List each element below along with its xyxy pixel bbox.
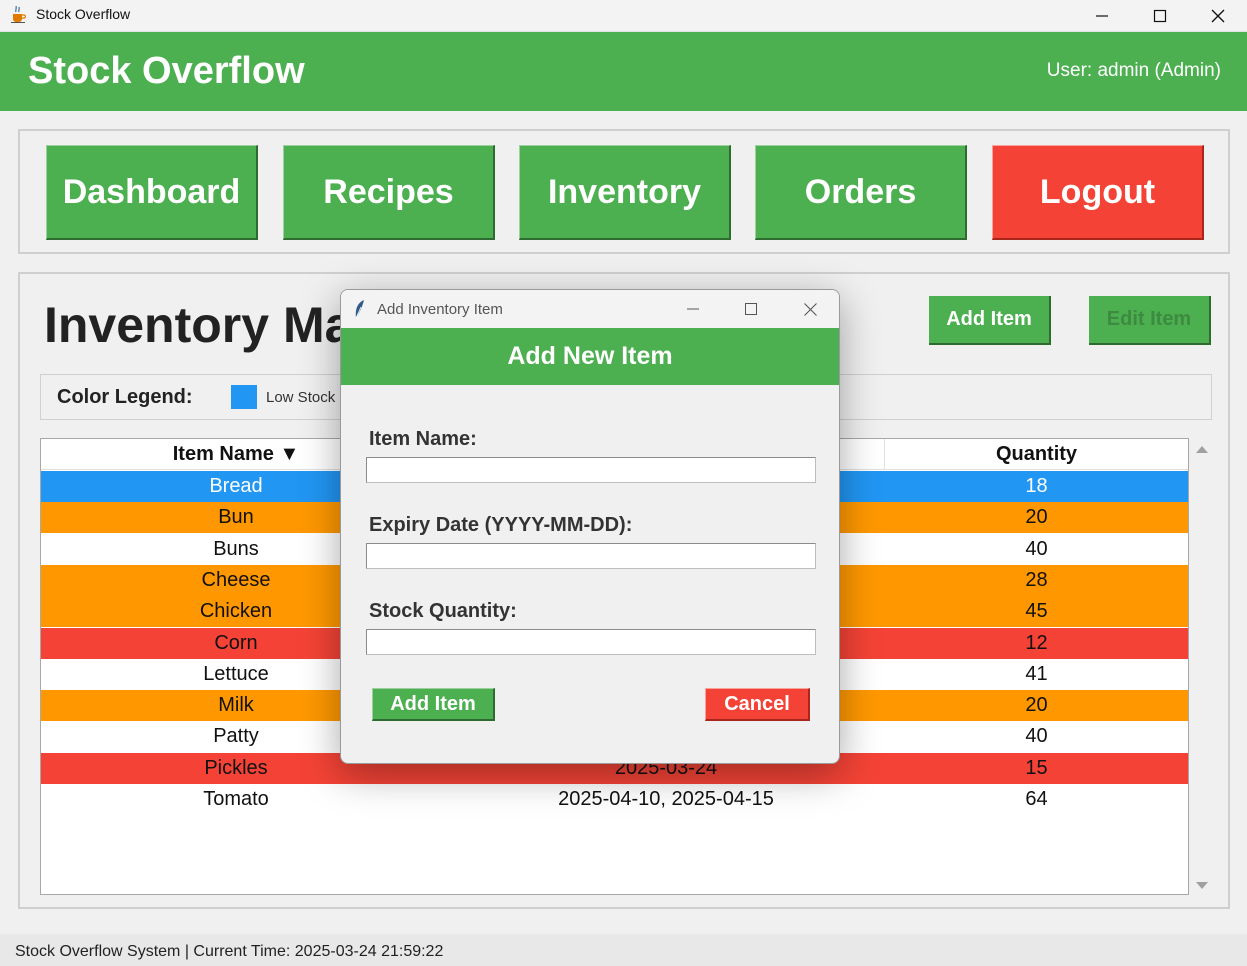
status-bar: Stock Overflow System | Current Time: 20… <box>0 934 1247 966</box>
dialog-maximize-button[interactable] <box>722 290 780 328</box>
page-title: Inventory Ma <box>44 297 353 353</box>
item-name-label: Item Name: <box>369 428 477 450</box>
dialog-close-button[interactable] <box>781 290 839 328</box>
legend-low-stock-text: Low Stock ( <box>266 389 345 406</box>
maximize-button[interactable] <box>1131 0 1189 32</box>
cell-quantity: 20 <box>1025 694 1048 717</box>
java-cup-icon <box>11 5 27 23</box>
window-title: Stock Overflow <box>36 6 131 22</box>
maximize-icon <box>1153 9 1167 23</box>
dialog-header: Add New Item <box>341 328 839 385</box>
recipes-button[interactable]: Recipes <box>283 145 495 240</box>
user-info: User: admin (Admin) <box>1046 60 1221 81</box>
low-stock-swatch <box>231 385 257 409</box>
close-icon <box>803 302 817 316</box>
cell-expiry-date: 2025-04-10, 2025-04-15 <box>558 788 774 810</box>
close-icon <box>1211 9 1225 23</box>
add-item-dialog: Add Inventory Item Add New Item Item Nam… <box>340 289 840 764</box>
scroll-up-icon[interactable] <box>1196 446 1208 453</box>
dialog-minimize-button[interactable] <box>664 290 722 328</box>
minimize-button[interactable] <box>1073 0 1131 32</box>
cell-quantity: 41 <box>1025 662 1048 685</box>
add-item-button[interactable]: Add Item <box>929 296 1051 345</box>
dialog-cancel-button[interactable]: Cancel <box>705 688 810 721</box>
column-header-quantity[interactable]: Quantity <box>884 443 1189 466</box>
stock-quantity-input[interactable] <box>366 629 816 655</box>
dialog-window-title: Add Inventory Item <box>377 301 503 318</box>
cell-quantity: 12 <box>1025 631 1048 654</box>
minimize-icon <box>687 308 699 310</box>
cell-quantity: 20 <box>1025 506 1048 529</box>
cell-item-name: Tomato <box>203 788 269 810</box>
table-scrollbar[interactable] <box>1192 438 1212 895</box>
inventory-button[interactable]: Inventory <box>519 145 731 240</box>
cell-quantity: 40 <box>1025 725 1048 748</box>
cell-quantity: 18 <box>1025 475 1048 497</box>
dialog-add-item-button[interactable]: Add Item <box>372 688 495 721</box>
logout-button[interactable]: Logout <box>992 145 1204 240</box>
cell-quantity: 64 <box>1025 788 1048 810</box>
scroll-down-icon[interactable] <box>1196 882 1208 889</box>
table-row[interactable]: Tomato 2025-04-10, 2025-04-15 64 <box>41 784 1188 815</box>
cell-quantity: 15 <box>1025 756 1048 779</box>
cell-quantity: 28 <box>1025 568 1048 591</box>
cell-quantity: 40 <box>1025 537 1048 560</box>
expiry-date-label: Expiry Date (YYYY-MM-DD): <box>369 514 633 536</box>
item-name-input[interactable] <box>366 457 816 483</box>
status-text: Stock Overflow System | Current Time: 20… <box>15 943 444 960</box>
edit-item-button[interactable]: Edit Item <box>1089 296 1211 345</box>
dialog-titlebar: Add Inventory Item <box>341 290 839 328</box>
dashboard-button[interactable]: Dashboard <box>46 145 258 240</box>
maximize-icon <box>745 303 757 315</box>
window-titlebar: Stock Overflow <box>0 0 1247 32</box>
close-button[interactable] <box>1189 0 1247 32</box>
app-title: Stock Overflow <box>28 50 305 92</box>
expiry-date-input[interactable] <box>366 543 816 569</box>
app-header: Stock Overflow User: admin (Admin) <box>0 32 1247 111</box>
cell-quantity: 45 <box>1025 600 1048 623</box>
feather-icon <box>355 300 364 319</box>
nav-panel: Dashboard Recipes Inventory Orders Logou… <box>18 129 1230 254</box>
legend-label: Color Legend: <box>57 386 193 408</box>
stock-quantity-label: Stock Quantity: <box>369 600 517 622</box>
orders-button[interactable]: Orders <box>755 145 967 240</box>
minimize-icon <box>1096 15 1108 17</box>
